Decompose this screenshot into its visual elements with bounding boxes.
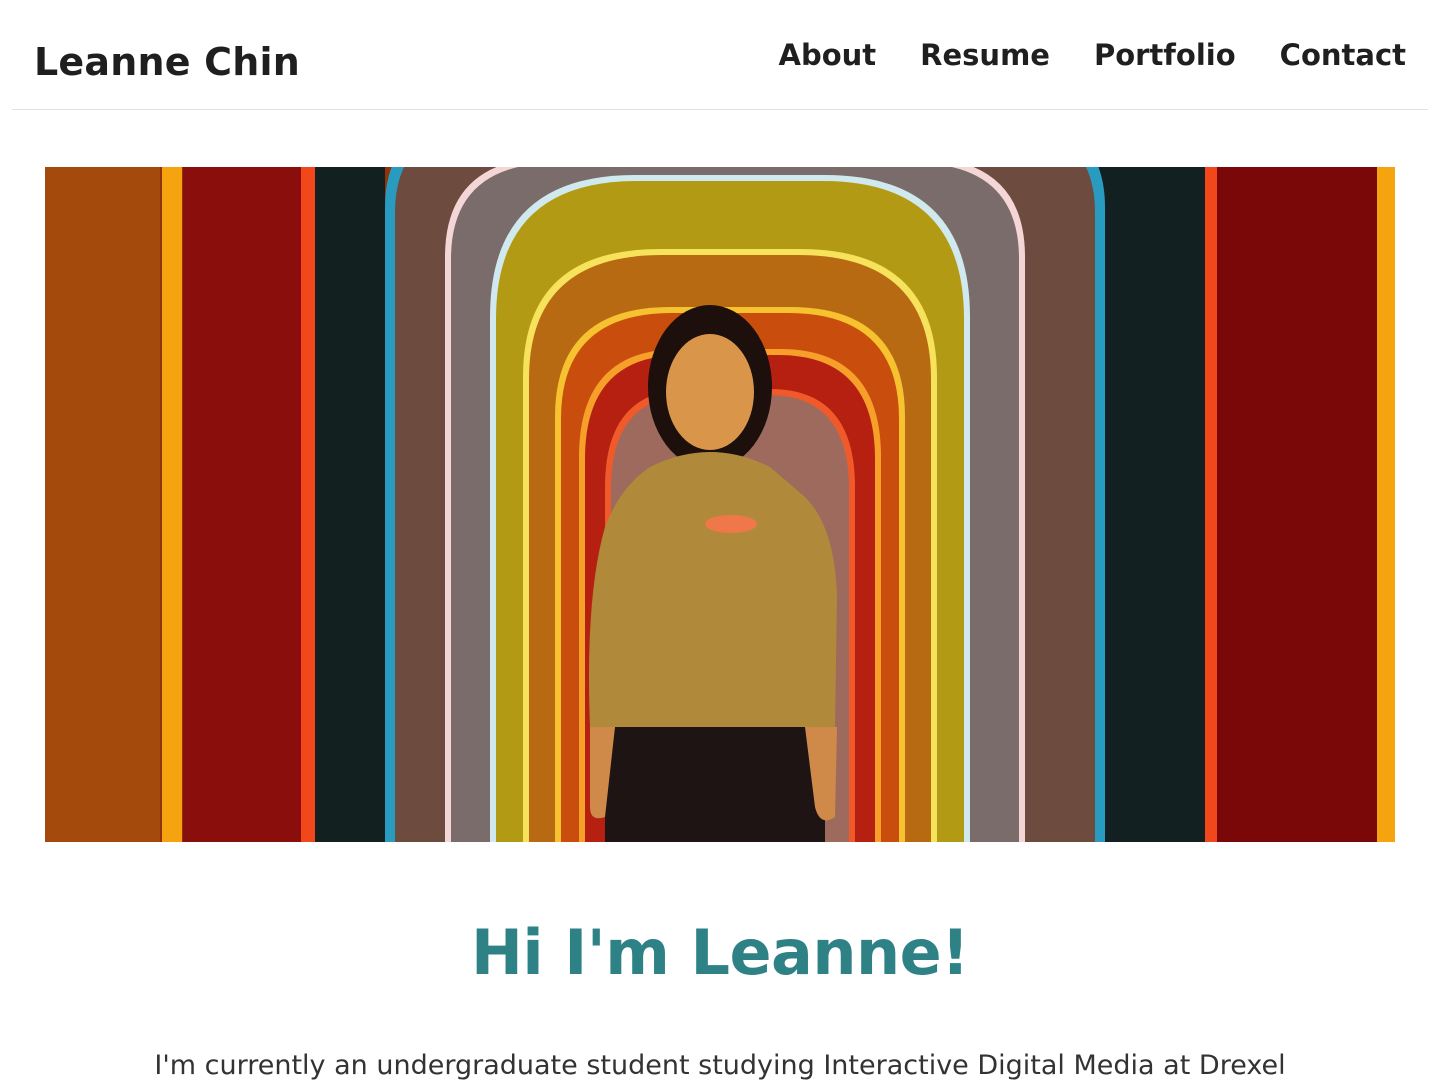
intro-text: I'm currently an undergraduate student s…: [154, 1050, 1286, 1081]
site-header: Leanne Chin About Resume Portfolio Conta…: [12, 0, 1428, 110]
hero-headline: Hi I'm Leanne!: [471, 916, 969, 989]
site-brand[interactable]: Leanne Chin: [34, 40, 300, 84]
nav-portfolio[interactable]: Portfolio: [1094, 38, 1236, 72]
hero-photo: [45, 167, 1395, 842]
main-nav: About Resume Portfolio Contact: [779, 38, 1406, 72]
hero-image: [45, 167, 1395, 842]
nav-about[interactable]: About: [779, 38, 877, 72]
nav-resume[interactable]: Resume: [920, 38, 1050, 72]
nav-contact[interactable]: Contact: [1280, 38, 1406, 72]
